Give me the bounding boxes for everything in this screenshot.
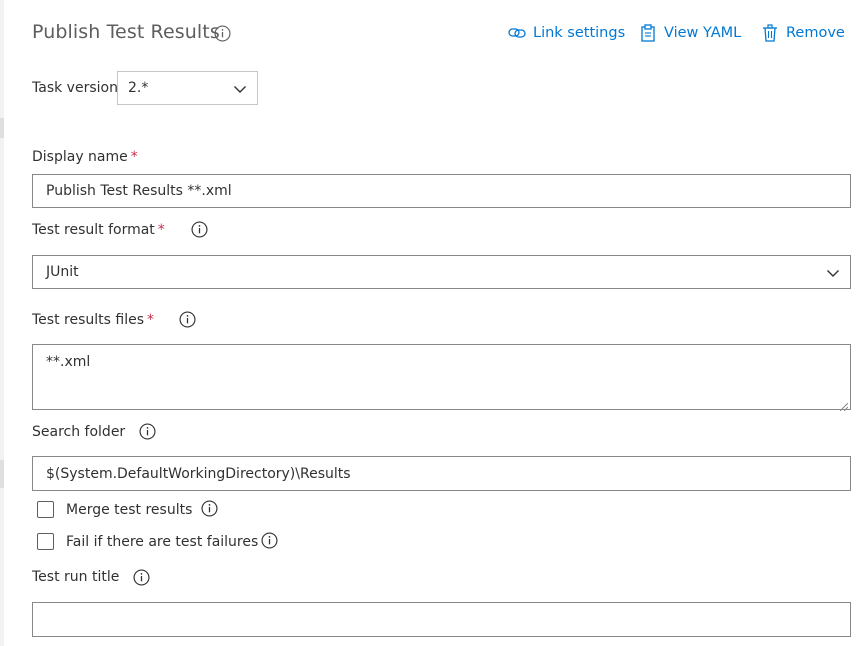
view-yaml-label: View YAML [664, 25, 742, 41]
test-results-files-value: **.xml [46, 354, 91, 370]
remove-label: Remove [786, 25, 845, 41]
fail-on-failures-label[interactable]: Fail if there are test failures [66, 534, 258, 550]
chevron-down-icon [826, 266, 840, 280]
search-folder-value: $(System.DefaultWorkingDirectory)\Result… [46, 466, 351, 482]
clipboard-icon [638, 23, 658, 43]
info-icon[interactable] [179, 311, 196, 328]
merge-test-results-row: Merge test results [37, 501, 192, 518]
info-icon[interactable] [133, 569, 150, 586]
trash-icon [760, 23, 780, 43]
link-settings-button[interactable]: Link settings [507, 20, 625, 46]
test-result-format-label: Test result format * [32, 222, 165, 238]
remove-button[interactable]: Remove [760, 20, 845, 46]
merge-test-results-label[interactable]: Merge test results [66, 502, 192, 518]
task-version-select[interactable]: 2.* [117, 71, 258, 105]
task-version-value: 2.* [128, 80, 149, 96]
info-icon[interactable] [139, 423, 156, 440]
search-folder-field[interactable]: $(System.DefaultWorkingDirectory)\Result… [32, 456, 851, 491]
fail-on-failures-checkbox[interactable] [37, 533, 54, 550]
header-actions: Link settings View YAML Remove [0, 20, 864, 46]
test-results-files-label: Test results files * [32, 312, 154, 328]
test-run-title-field[interactable] [32, 602, 851, 637]
task-editor-panel: Publish Test Results Link settings View … [0, 0, 864, 646]
search-folder-label: Search folder [32, 424, 126, 440]
merge-test-results-checkbox[interactable] [37, 501, 54, 518]
chevron-down-icon [233, 82, 247, 96]
display-name-label: Display name * [32, 149, 138, 165]
left-rule-segment [0, 460, 4, 488]
view-yaml-button[interactable]: View YAML [638, 20, 741, 46]
info-icon[interactable] [191, 221, 208, 238]
test-run-title-label: Test run title [32, 569, 120, 585]
test-result-format-select[interactable]: JUnit [32, 255, 851, 289]
left-rule [0, 0, 4, 646]
display-name-value: Publish Test Results **.xml [46, 183, 232, 199]
info-icon[interactable] [261, 532, 278, 549]
display-name-field[interactable]: Publish Test Results **.xml [32, 174, 851, 208]
left-rule-segment [0, 118, 4, 138]
fail-on-failures-row: Fail if there are test failures [37, 533, 258, 550]
resize-grip-icon[interactable] [839, 399, 849, 412]
link-icon [507, 23, 527, 43]
task-version-label: Task version [32, 80, 118, 96]
link-settings-label: Link settings [533, 25, 626, 41]
info-icon[interactable] [201, 500, 218, 517]
test-result-format-value: JUnit [46, 264, 79, 280]
test-results-files-textarea[interactable]: **.xml [32, 344, 851, 412]
